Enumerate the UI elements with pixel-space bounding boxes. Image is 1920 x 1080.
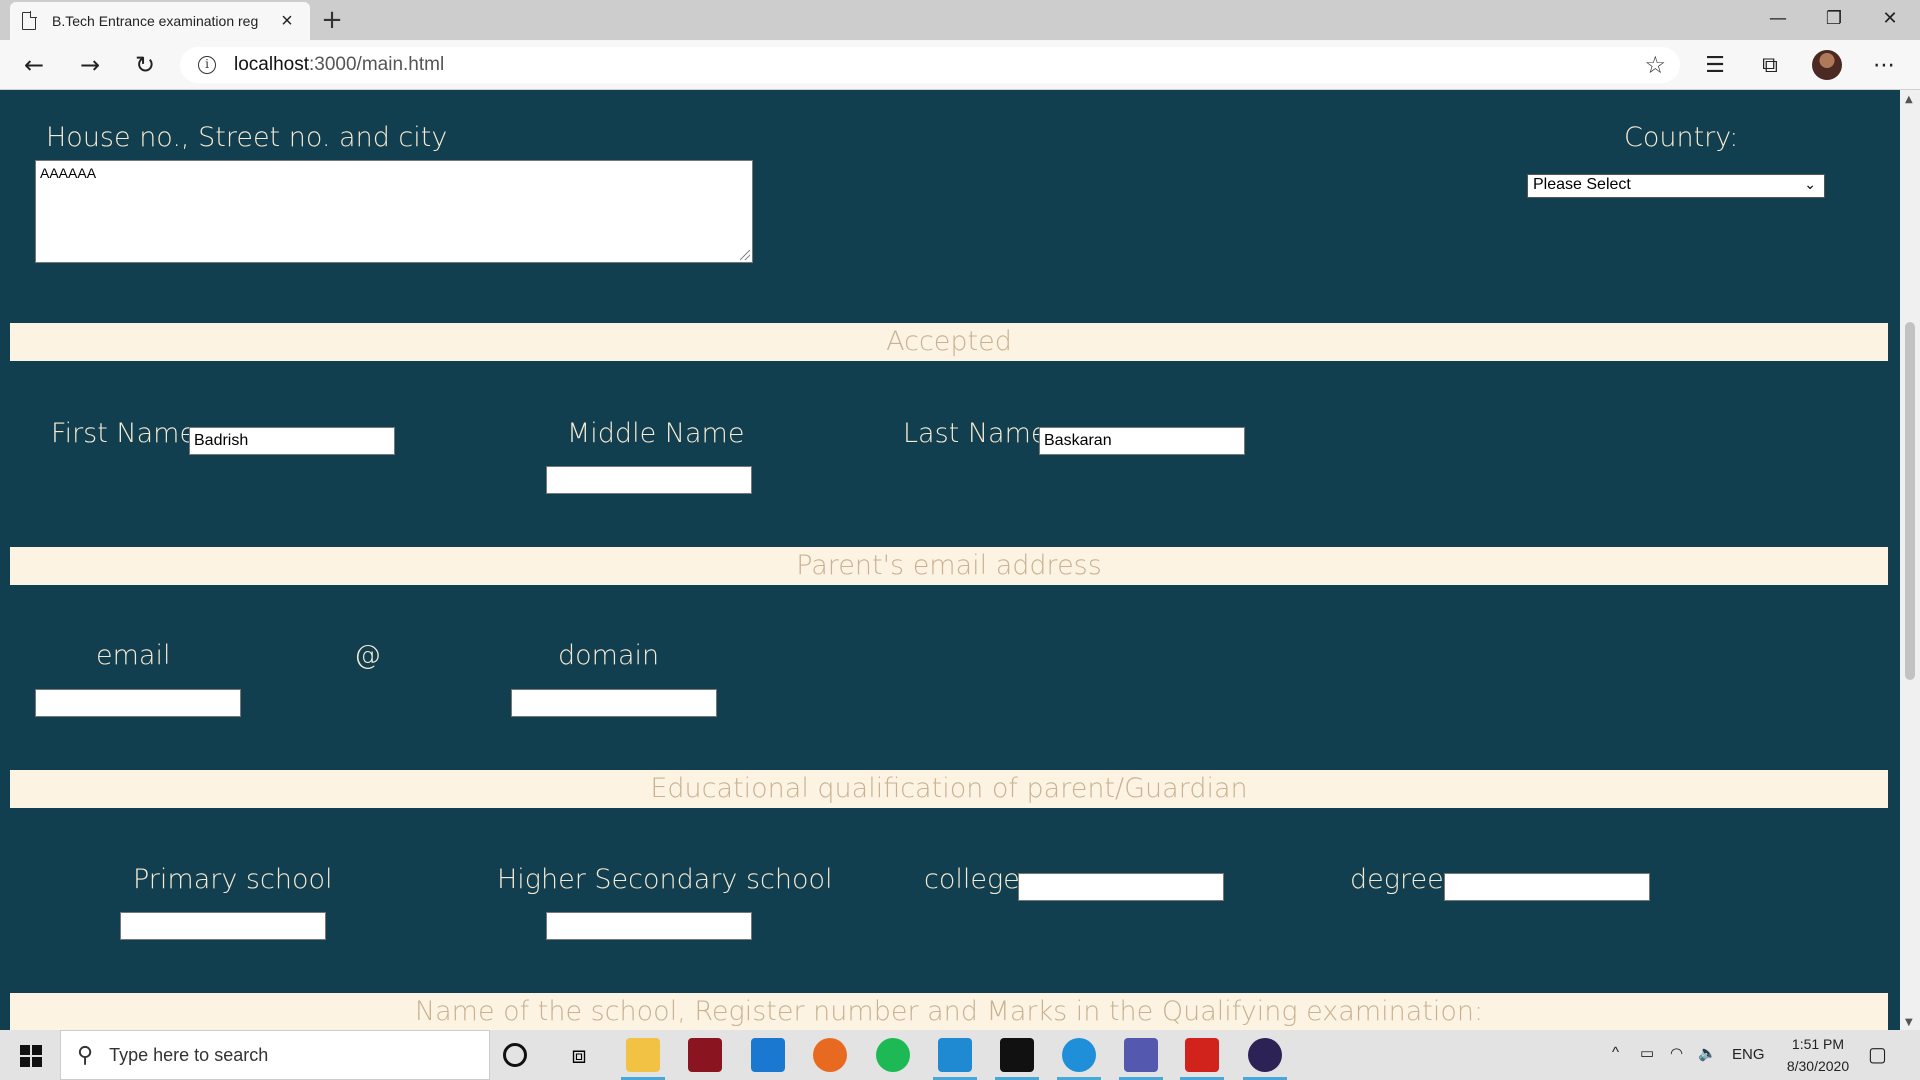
refresh-button[interactable]: ↻ [127,48,163,82]
accepted-banner: Accepted [10,323,1888,361]
taskbar-search-box[interactable]: ⚲ Type here to search [60,1030,490,1080]
windows-start-icon[interactable] [20,1045,42,1067]
degree-label: degree [1350,864,1444,895]
search-placeholder: Type here to search [109,1044,269,1065]
terminal-icon[interactable] [1000,1038,1034,1072]
document-icon [22,11,37,30]
primary-school-input[interactable] [120,912,326,940]
eclipse-icon[interactable] [1248,1038,1282,1072]
url-field[interactable]: i localhost:3000/main.html ☆ [180,47,1680,83]
country-label: Country: [1624,122,1739,153]
address-bar: ← → ↻ i localhost:3000/main.html ☆ ☰ ⧉ ⋯ [0,40,1920,90]
close-tab-icon[interactable]: × [276,10,298,33]
middle-name-input[interactable] [546,466,752,494]
chevron-down-icon: ⌄ [1804,176,1816,192]
app-icon[interactable] [688,1038,722,1072]
profile-avatar[interactable] [1812,50,1842,80]
close-window-button[interactable]: ✕ [1862,0,1918,40]
favorite-star-icon[interactable]: ☆ [1644,51,1666,80]
restore-button[interactable]: ❐ [1806,0,1862,40]
address-value: AAAAAA [40,165,97,181]
file-explorer-icon[interactable] [626,1038,660,1072]
back-button[interactable]: ← [16,48,52,82]
clock-date: 8/30/2020 [1786,1058,1850,1074]
domain-input[interactable] [511,689,717,717]
cortana-icon[interactable] [503,1043,527,1067]
teams-icon[interactable] [1124,1038,1158,1072]
last-name-input[interactable]: Baskaran [1039,427,1245,455]
acrobat-icon[interactable] [1185,1038,1219,1072]
favorites-icon[interactable]: ☰ [1697,50,1733,82]
first-name-label: First Name [51,418,197,449]
higher-secondary-input[interactable] [546,912,752,940]
url-host: localhost [234,54,309,75]
clock[interactable]: 1:51 PM 8/30/2020 [1768,1033,1868,1077]
at-sign-label: @ [354,640,381,671]
more-menu-icon[interactable]: ⋯ [1866,50,1902,82]
minimize-button[interactable]: — [1750,0,1806,40]
first-name-input[interactable]: Badrish [189,427,395,455]
email-input[interactable] [35,689,241,717]
page-scrollbar[interactable]: ▲ ▼ [1900,90,1920,1030]
chevron-up-icon[interactable]: ^ [1612,1044,1619,1061]
mail-icon[interactable] [751,1038,785,1072]
degree-input[interactable] [1444,873,1650,901]
primary-school-label: Primary school [133,864,333,895]
scroll-down-icon[interactable]: ▼ [1905,1017,1913,1028]
middle-name-label: Middle Name [567,418,745,449]
search-icon: ⚲ [77,1042,94,1067]
notification-icon[interactable]: ▢ [1868,1042,1887,1067]
volume-icon[interactable]: 🔈 [1698,1044,1717,1062]
url-path: :3000/main.html [309,54,445,75]
domain-label: domain [558,640,660,671]
country-select[interactable]: Please Select ⌄ [1527,174,1825,198]
spotify-icon[interactable] [876,1038,910,1072]
new-tab-button[interactable]: + [316,4,348,36]
forward-button[interactable]: → [72,48,108,82]
last-name-label: Last Name [903,418,1048,449]
scroll-up-icon[interactable]: ▲ [1905,94,1913,105]
college-input[interactable] [1018,873,1224,901]
education-banner: Educational qualification of parent/Guar… [10,770,1888,808]
language-indicator[interactable]: ENG [1732,1046,1765,1063]
college-label: college [924,864,1020,895]
page-content: House no., Street no. and city AAAAAA Co… [0,90,1900,1030]
windows-taskbar: ⚲ Type here to search ⧈ ^ ▭ ◠ 🔈 ENG 1:51… [0,1030,1920,1080]
wifi-icon[interactable]: ◠ [1670,1044,1683,1062]
parent-email-banner: Parent's email address [10,547,1888,585]
email-label: email [96,640,171,671]
browser-tab[interactable]: B.Tech Entrance examination reg × [10,2,310,40]
higher-secondary-label: Higher Secondary school [497,864,833,895]
edge-icon[interactable] [1062,1038,1096,1072]
address-label: House no., Street no. and city [46,122,448,153]
tab-title: B.Tech Entrance examination reg [52,13,259,29]
task-view-icon[interactable]: ⧈ [562,1038,596,1072]
info-icon[interactable]: i [198,56,216,74]
resize-grip-icon[interactable] [740,250,750,260]
firefox-icon[interactable] [813,1038,847,1072]
tab-bar: B.Tech Entrance examination reg × + — ❐ … [0,0,1920,40]
scrollbar-thumb[interactable] [1905,322,1915,680]
vscode-icon[interactable] [938,1038,972,1072]
country-selected-value: Please Select [1533,176,1631,193]
battery-icon[interactable]: ▭ [1640,1044,1654,1062]
address-textarea[interactable]: AAAAAA [35,160,753,263]
school-banner: Name of the school, Register number and … [10,993,1888,1030]
collections-icon[interactable]: ⧉ [1752,50,1788,82]
clock-time: 1:51 PM [1791,1036,1845,1052]
